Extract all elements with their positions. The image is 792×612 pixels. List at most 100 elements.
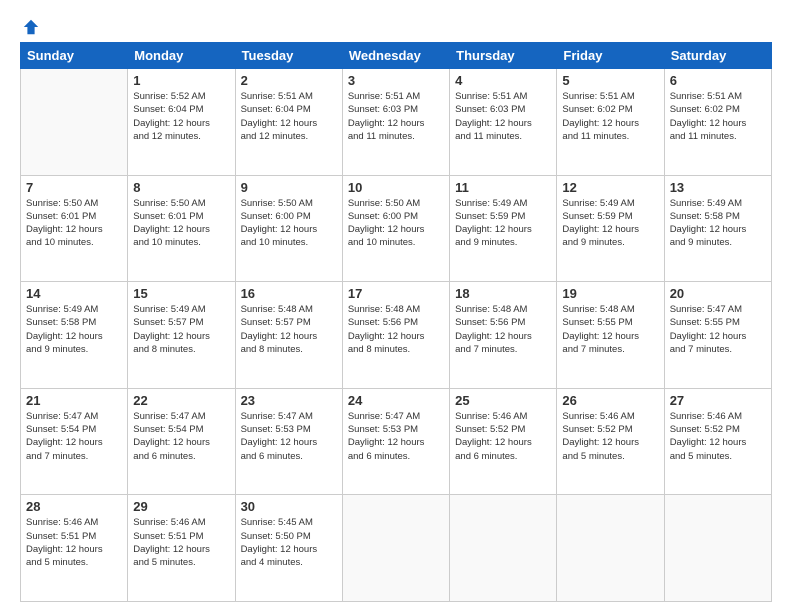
day-number: 16 [241, 286, 337, 301]
day-number: 12 [562, 180, 658, 195]
day-number: 20 [670, 286, 766, 301]
weekday-header-wednesday: Wednesday [342, 43, 449, 69]
day-number: 27 [670, 393, 766, 408]
day-number: 2 [241, 73, 337, 88]
day-number: 1 [133, 73, 229, 88]
day-info: Sunrise: 5:48 AM Sunset: 5:55 PM Dayligh… [562, 303, 658, 356]
weekday-header-row: SundayMondayTuesdayWednesdayThursdayFrid… [21, 43, 772, 69]
day-info: Sunrise: 5:48 AM Sunset: 5:56 PM Dayligh… [348, 303, 444, 356]
day-number: 29 [133, 499, 229, 514]
day-info: Sunrise: 5:50 AM Sunset: 6:01 PM Dayligh… [26, 197, 122, 250]
day-number: 26 [562, 393, 658, 408]
day-info: Sunrise: 5:46 AM Sunset: 5:51 PM Dayligh… [133, 516, 229, 569]
day-info: Sunrise: 5:49 AM Sunset: 5:59 PM Dayligh… [562, 197, 658, 250]
day-info: Sunrise: 5:47 AM Sunset: 5:54 PM Dayligh… [26, 410, 122, 463]
day-info: Sunrise: 5:51 AM Sunset: 6:04 PM Dayligh… [241, 90, 337, 143]
weekday-header-tuesday: Tuesday [235, 43, 342, 69]
day-number: 10 [348, 180, 444, 195]
weekday-header-saturday: Saturday [664, 43, 771, 69]
day-info: Sunrise: 5:52 AM Sunset: 6:04 PM Dayligh… [133, 90, 229, 143]
day-cell: 19 Sunrise: 5:48 AM Sunset: 5:55 PM Dayli… [557, 282, 664, 389]
week-row-1: 7 Sunrise: 5:50 AM Sunset: 6:01 PM Daylig… [21, 175, 772, 282]
day-info: Sunrise: 5:49 AM Sunset: 5:58 PM Dayligh… [670, 197, 766, 250]
logo [20, 18, 40, 32]
day-number: 30 [241, 499, 337, 514]
day-number: 22 [133, 393, 229, 408]
day-cell: 21 Sunrise: 5:47 AM Sunset: 5:54 PM Dayli… [21, 388, 128, 495]
day-number: 23 [241, 393, 337, 408]
day-cell: 10Sunrise: 5:50 AM Sunset: 6:00 PM Dayli… [342, 175, 449, 282]
day-cell: 16Sunrise: 5:48 AM Sunset: 5:57 PM Dayli… [235, 282, 342, 389]
day-number: 13 [670, 180, 766, 195]
day-info: Sunrise: 5:47 AM Sunset: 5:53 PM Dayligh… [241, 410, 337, 463]
header [20, 18, 772, 32]
day-cell: 30 Sunrise: 5:45 AM Sunset: 5:50 PM Dayli… [235, 495, 342, 602]
day-number: 6 [670, 73, 766, 88]
day-number: 11 [455, 180, 551, 195]
day-cell: 6 Sunrise: 5:51 AM Sunset: 6:02 PM Daylig… [664, 69, 771, 176]
calendar: SundayMondayTuesdayWednesdayThursdayFrid… [20, 42, 772, 602]
day-info: Sunrise: 5:49 AM Sunset: 5:59 PM Dayligh… [455, 197, 551, 250]
day-info: Sunrise: 5:50 AM Sunset: 6:01 PM Dayligh… [133, 197, 229, 250]
week-row-2: 14 Sunrise: 5:49 AM Sunset: 5:58 PM Dayli… [21, 282, 772, 389]
day-info: Sunrise: 5:51 AM Sunset: 6:02 PM Dayligh… [670, 90, 766, 143]
day-cell: 22 Sunrise: 5:47 AM Sunset: 5:54 PM Dayli… [128, 388, 235, 495]
weekday-header-sunday: Sunday [21, 43, 128, 69]
day-number: 3 [348, 73, 444, 88]
day-info: Sunrise: 5:45 AM Sunset: 5:50 PM Dayligh… [241, 516, 337, 569]
day-number: 8 [133, 180, 229, 195]
day-info: Sunrise: 5:46 AM Sunset: 5:52 PM Dayligh… [455, 410, 551, 463]
day-info: Sunrise: 5:50 AM Sunset: 6:00 PM Dayligh… [241, 197, 337, 250]
day-number: 14 [26, 286, 122, 301]
weekday-header-monday: Monday [128, 43, 235, 69]
day-cell: 17Sunrise: 5:48 AM Sunset: 5:56 PM Dayli… [342, 282, 449, 389]
day-cell: 27 Sunrise: 5:46 AM Sunset: 5:52 PM Dayli… [664, 388, 771, 495]
day-info: Sunrise: 5:49 AM Sunset: 5:58 PM Dayligh… [26, 303, 122, 356]
day-info: Sunrise: 5:47 AM Sunset: 5:53 PM Dayligh… [348, 410, 444, 463]
day-info: Sunrise: 5:51 AM Sunset: 6:03 PM Dayligh… [455, 90, 551, 143]
day-number: 9 [241, 180, 337, 195]
day-cell: 25 Sunrise: 5:46 AM Sunset: 5:52 PM Dayli… [450, 388, 557, 495]
day-number: 4 [455, 73, 551, 88]
day-cell: 9 Sunrise: 5:50 AM Sunset: 6:00 PM Daylig… [235, 175, 342, 282]
day-info: Sunrise: 5:47 AM Sunset: 5:55 PM Dayligh… [670, 303, 766, 356]
day-cell: 4 Sunrise: 5:51 AM Sunset: 6:03 PM Daylig… [450, 69, 557, 176]
day-cell [450, 495, 557, 602]
logo-icon [22, 18, 40, 36]
day-number: 25 [455, 393, 551, 408]
weekday-header-friday: Friday [557, 43, 664, 69]
day-info: Sunrise: 5:46 AM Sunset: 5:52 PM Dayligh… [562, 410, 658, 463]
day-number: 18 [455, 286, 551, 301]
day-cell: 28 Sunrise: 5:46 AM Sunset: 5:51 PM Dayli… [21, 495, 128, 602]
weekday-header-thursday: Thursday [450, 43, 557, 69]
week-row-0: 1 Sunrise: 5:52 AM Sunset: 6:04 PM Daylig… [21, 69, 772, 176]
day-info: Sunrise: 5:51 AM Sunset: 6:03 PM Dayligh… [348, 90, 444, 143]
day-number: 28 [26, 499, 122, 514]
day-info: Sunrise: 5:46 AM Sunset: 5:52 PM Dayligh… [670, 410, 766, 463]
day-cell: 11 Sunrise: 5:49 AM Sunset: 5:59 PM Dayli… [450, 175, 557, 282]
day-cell: 14 Sunrise: 5:49 AM Sunset: 5:58 PM Dayli… [21, 282, 128, 389]
day-cell: 15Sunrise: 5:49 AM Sunset: 5:57 PM Dayli… [128, 282, 235, 389]
page: SundayMondayTuesdayWednesdayThursdayFrid… [0, 0, 792, 612]
week-row-4: 28 Sunrise: 5:46 AM Sunset: 5:51 PM Dayli… [21, 495, 772, 602]
day-number: 7 [26, 180, 122, 195]
day-cell: 29 Sunrise: 5:46 AM Sunset: 5:51 PM Dayli… [128, 495, 235, 602]
day-info: Sunrise: 5:49 AM Sunset: 5:57 PM Dayligh… [133, 303, 229, 356]
day-cell: 1 Sunrise: 5:52 AM Sunset: 6:04 PM Daylig… [128, 69, 235, 176]
day-cell: 3 Sunrise: 5:51 AM Sunset: 6:03 PM Daylig… [342, 69, 449, 176]
day-info: Sunrise: 5:46 AM Sunset: 5:51 PM Dayligh… [26, 516, 122, 569]
day-cell: 5Sunrise: 5:51 AM Sunset: 6:02 PM Daylig… [557, 69, 664, 176]
day-number: 24 [348, 393, 444, 408]
day-number: 21 [26, 393, 122, 408]
day-cell: 12 Sunrise: 5:49 AM Sunset: 5:59 PM Dayli… [557, 175, 664, 282]
day-cell: 20 Sunrise: 5:47 AM Sunset: 5:55 PM Dayli… [664, 282, 771, 389]
day-cell [342, 495, 449, 602]
day-cell [557, 495, 664, 602]
day-info: Sunrise: 5:47 AM Sunset: 5:54 PM Dayligh… [133, 410, 229, 463]
day-cell: 2 Sunrise: 5:51 AM Sunset: 6:04 PM Daylig… [235, 69, 342, 176]
day-cell: 23 Sunrise: 5:47 AM Sunset: 5:53 PM Dayli… [235, 388, 342, 495]
day-number: 19 [562, 286, 658, 301]
day-cell: 26 Sunrise: 5:46 AM Sunset: 5:52 PM Dayli… [557, 388, 664, 495]
week-row-3: 21 Sunrise: 5:47 AM Sunset: 5:54 PM Dayli… [21, 388, 772, 495]
day-cell [21, 69, 128, 176]
